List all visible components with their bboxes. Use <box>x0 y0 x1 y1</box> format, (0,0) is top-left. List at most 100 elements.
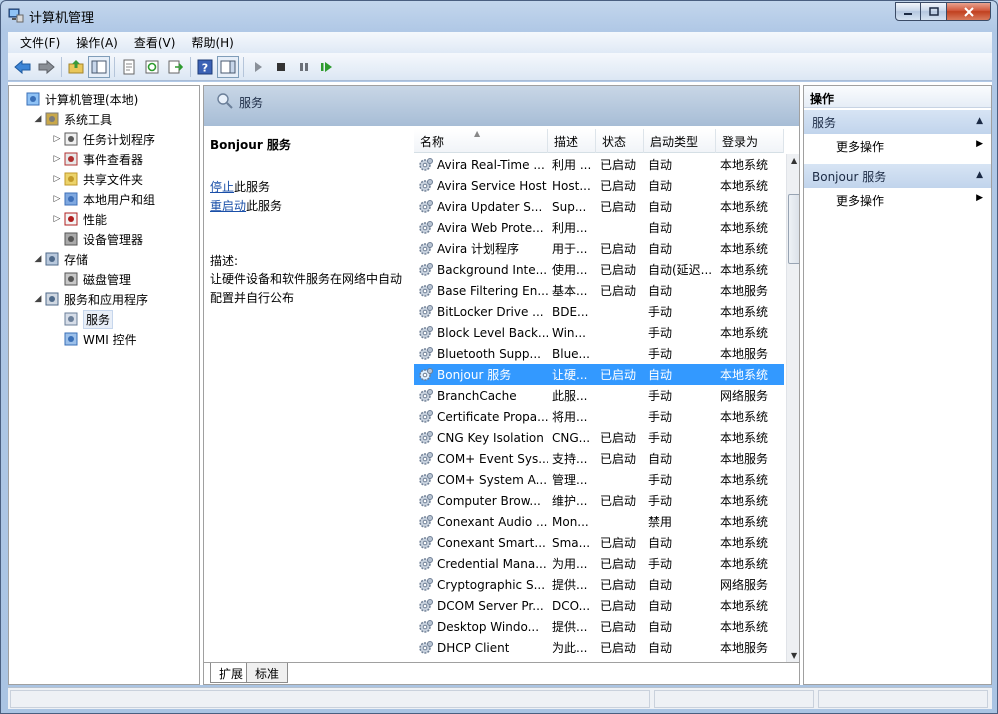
service-row[interactable]: Certificate Propa... 将用... 手动 本地系统 <box>414 406 784 427</box>
expand-arrow-icon[interactable]: ▷ <box>51 134 63 144</box>
service-row[interactable]: Desktop Windo... 提供... 已启动 自动 本地系统 <box>414 616 784 637</box>
collapse-arrow-icon[interactable]: ▲ <box>976 170 983 180</box>
expand-arrow-icon[interactable]: ▷ <box>51 174 63 184</box>
more-actions-bonjour[interactable]: 更多操作 ▶ <box>804 189 991 211</box>
service-description: Sma... <box>552 535 591 550</box>
restart-service-link[interactable]: 重启动 <box>210 199 246 213</box>
tab-standard[interactable]: 标准 <box>246 663 289 683</box>
scrollbar-thumb[interactable] <box>788 194 799 264</box>
vertical-scrollbar[interactable]: ▲ ▼ <box>786 154 799 662</box>
column-status[interactable]: 状态 <box>596 129 644 153</box>
service-description: DCO... <box>552 598 591 613</box>
expand-arrow-icon[interactable]: ▷ <box>51 214 63 224</box>
show-action-pane-icon <box>220 60 236 73</box>
title-bar[interactable]: 计算机管理 <box>1 1 997 31</box>
service-row[interactable]: Base Filtering En... 基本... 已启动 自动 本地服务 <box>414 280 784 301</box>
service-row[interactable]: Conexant Smart... Sma... 已启动 自动 本地系统 <box>414 532 784 553</box>
actions-section-services[interactable]: 服务 ▲ <box>804 110 991 134</box>
forward-button[interactable] <box>35 56 57 78</box>
service-name: BranchCache <box>437 388 517 403</box>
service-status: 已启动 <box>600 200 637 214</box>
service-row[interactable]: BitLocker Drive ... BDE... 手动 本地系统 <box>414 301 784 322</box>
tree-item[interactable]: ◢ 服务和应用程序 <box>32 289 148 309</box>
service-row[interactable]: COM+ System A... 管理... 手动 本地系统 <box>414 469 784 490</box>
back-button[interactable] <box>12 56 34 78</box>
tree-item[interactable]: ◢ 存储 <box>32 249 88 269</box>
service-row[interactable]: Credential Mana... 为用... 已启动 手动 本地系统 <box>414 553 784 574</box>
service-row[interactable]: Bonjour 服务 让硬... 已启动 自动 本地系统 <box>414 364 784 385</box>
tree-item[interactable]: 计算机管理(本地) <box>13 89 138 109</box>
service-row[interactable]: Avira Web Prote... 利用... 自动 本地系统 <box>414 217 784 238</box>
collapse-arrow-icon[interactable]: ◢ <box>32 114 44 124</box>
collapse-arrow-icon[interactable]: ◢ <box>32 254 44 264</box>
service-log-on-as: 本地系统 <box>720 242 769 256</box>
service-row[interactable]: Avira Service Host Host... 已启动 自动 本地系统 <box>414 175 784 196</box>
service-name: DHCP Client <box>437 640 510 655</box>
service-row[interactable]: Bluetooth Supp... Blue... 手动 本地服务 <box>414 343 784 364</box>
export-list-button[interactable] <box>164 56 186 78</box>
restart-service-button[interactable] <box>316 56 338 78</box>
stop-service-button[interactable] <box>270 56 292 78</box>
expand-arrow-icon[interactable]: ▷ <box>51 154 63 164</box>
collapse-arrow-icon[interactable]: ▲ <box>976 116 983 126</box>
service-gear-icon <box>419 388 433 402</box>
service-row[interactable]: Avira 计划程序 用于... 已启动 自动 本地系统 <box>414 238 784 259</box>
service-row[interactable]: Avira Real-Time ... 利用 ... 已启动 自动 本地系统 <box>414 154 784 175</box>
tree-item-label: 存储 <box>64 252 89 267</box>
tree-item[interactable]: ◢ 系统工具 <box>32 109 112 129</box>
scroll-up-arrow-icon[interactable]: ▲ <box>791 156 797 165</box>
service-row[interactable]: Computer Brow... 维护... 已启动 手动 本地系统 <box>414 490 784 511</box>
close-button[interactable] <box>947 2 991 21</box>
service-row[interactable]: CNG Key Isolation CNG... 已启动 手动 本地系统 <box>414 427 784 448</box>
maximize-button[interactable] <box>921 2 947 21</box>
service-row[interactable]: DHCP Client 为此... 已启动 自动 本地服务 <box>414 637 784 658</box>
tree-item[interactable]: 服务 <box>51 309 114 329</box>
service-gear-icon <box>419 619 433 633</box>
service-row[interactable]: Background Inte... 使用... 已启动 自动(延迟... 本地系统 <box>414 259 784 280</box>
expand-arrow-icon[interactable]: ▷ <box>51 194 63 204</box>
menu-action[interactable]: 操作(A) <box>68 34 126 51</box>
tree-item[interactable]: ▷ 性能 <box>51 209 107 229</box>
column-log-on-as[interactable]: 登录为 <box>716 129 784 153</box>
tree-item[interactable]: ▷ 任务计划程序 <box>51 129 155 149</box>
service-row[interactable]: Cryptographic S... 提供... 已启动 自动 网络服务 <box>414 574 784 595</box>
column-startup-type[interactable]: 启动类型 <box>644 129 716 153</box>
tree-item[interactable]: 设备管理器 <box>51 229 143 249</box>
stop-service-link[interactable]: 停止 <box>210 180 234 194</box>
show-hide-tree-button[interactable] <box>88 55 110 78</box>
tree-item[interactable]: ▷ 本地用户和组 <box>51 189 155 209</box>
help-button[interactable]: ? <box>194 56 216 78</box>
collapse-arrow-icon[interactable]: ◢ <box>32 294 44 304</box>
menu-file[interactable]: 文件(F) <box>12 34 68 51</box>
service-description: Sup... <box>552 199 587 214</box>
menu-help[interactable]: 帮助(H) <box>183 34 241 51</box>
actions-section-bonjour[interactable]: Bonjour 服务 ▲ <box>804 164 991 188</box>
tree-item[interactable]: WMI 控件 <box>51 329 137 349</box>
pause-service-button[interactable] <box>293 56 315 78</box>
service-row[interactable]: Avira Updater S... Sup... 已启动 自动 本地系统 <box>414 196 784 217</box>
more-actions-services[interactable]: 更多操作 ▶ <box>804 135 991 157</box>
column-name[interactable]: 名称 ▲ <box>414 129 548 153</box>
service-log-on-as: 本地服务 <box>720 641 769 655</box>
menu-view[interactable]: 查看(V) <box>126 34 184 51</box>
tree-item[interactable]: ▷ 共享文件夹 <box>51 169 143 189</box>
minimize-button[interactable] <box>895 2 921 21</box>
properties-button[interactable] <box>118 56 140 78</box>
column-description[interactable]: 描述 <box>548 129 596 153</box>
service-row[interactable]: Conexant Audio ... Mon... 禁用 本地系统 <box>414 511 784 532</box>
scroll-down-arrow-icon[interactable]: ▼ <box>791 651 797 660</box>
up-level-button[interactable] <box>65 56 87 78</box>
service-row[interactable]: COM+ Event Sys... 支持... 已启动 自动 本地服务 <box>414 448 784 469</box>
service-row[interactable]: BranchCache 此服... 手动 网络服务 <box>414 385 784 406</box>
service-log-on-as: 本地服务 <box>720 452 769 466</box>
minimize-icon <box>904 12 912 15</box>
service-row[interactable]: DCOM Server Pr... DCO... 已启动 自动 本地系统 <box>414 595 784 616</box>
resume-icon <box>321 61 332 72</box>
start-service-button[interactable] <box>247 56 269 78</box>
service-name: BitLocker Drive ... <box>437 304 544 319</box>
tree-item[interactable]: 磁盘管理 <box>51 269 131 289</box>
refresh-button[interactable] <box>141 56 163 78</box>
show-action-pane-button[interactable] <box>217 55 239 78</box>
service-row[interactable]: Block Level Back... Win... 手动 本地系统 <box>414 322 784 343</box>
tree-item[interactable]: ▷ 事件查看器 <box>51 149 143 169</box>
